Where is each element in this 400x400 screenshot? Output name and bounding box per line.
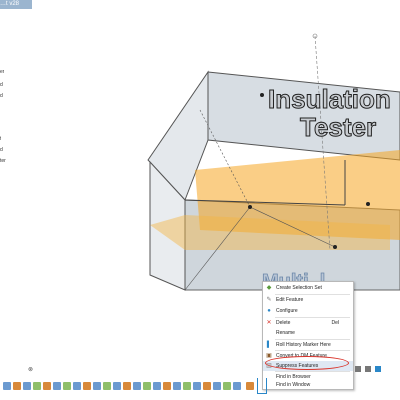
convert-dm-icon: ▣: [266, 353, 272, 359]
history-marker[interactable]: [257, 378, 267, 394]
menu-item-roll-history-marker[interactable]: ▌ Roll History Marker Here: [263, 340, 353, 350]
context-menu: ◆ Create Selection Set ✎ Edit Feature ● …: [262, 281, 354, 390]
menu-item-delete[interactable]: ✕ Delete Del: [263, 318, 353, 328]
menu-item-rename[interactable]: Rename: [263, 328, 353, 338]
timeline-feature-icon[interactable]: [203, 382, 211, 390]
timeline-feature-icon[interactable]: [23, 382, 31, 390]
timeline-feature-icon[interactable]: [53, 382, 61, 390]
timeline-feature-icon[interactable]: [113, 382, 121, 390]
model-text-line1: Insulation: [268, 84, 391, 114]
timeline: [0, 380, 400, 394]
timeline-feature-icon[interactable]: [83, 382, 91, 390]
timeline-feature-icon[interactable]: [123, 382, 131, 390]
roll-history-icon: ▌: [266, 342, 272, 348]
menu-item-configure[interactable]: ● Configure: [263, 306, 353, 316]
timeline-feature-icon[interactable]: [73, 382, 81, 390]
timeline-feature-icon[interactable]: [193, 382, 201, 390]
timeline-control-icon[interactable]: [375, 366, 381, 372]
suppress-icon: ▥: [266, 363, 272, 369]
timeline-feature-icon[interactable]: [246, 382, 254, 390]
delete-icon: ✕: [266, 320, 272, 326]
timeline-close-icon[interactable]: ⊗: [28, 366, 33, 373]
menu-item-edit-feature[interactable]: ✎ Edit Feature: [263, 295, 353, 305]
timeline-feature-icon[interactable]: [43, 382, 51, 390]
selection-set-icon: ◆: [266, 285, 272, 291]
model-text-line2: Tester: [300, 112, 376, 142]
menu-item-suppress-features[interactable]: ▥ Suppress Features: [263, 361, 353, 371]
timeline-control-icon[interactable]: [355, 366, 361, 372]
timeline-header: ⊗: [0, 366, 40, 374]
configure-icon: ●: [267, 308, 271, 314]
timeline-feature-icon[interactable]: [33, 382, 41, 390]
timeline-feature-icon[interactable]: [163, 382, 171, 390]
timeline-feature-icon[interactable]: [143, 382, 151, 390]
timeline-feature-icon[interactable]: [233, 382, 241, 390]
timeline-feature-icon[interactable]: [133, 382, 141, 390]
timeline-control-icon[interactable]: [365, 366, 371, 372]
menu-item-convert-to-dm[interactable]: ▣ Convert to DM Feature: [263, 351, 353, 361]
timeline-controls: [355, 364, 400, 374]
timeline-feature-icon[interactable]: [173, 382, 181, 390]
edit-feature-icon: ✎: [266, 297, 272, 303]
timeline-feature-icon[interactable]: [93, 382, 101, 390]
timeline-feature-icon[interactable]: [103, 382, 111, 390]
timeline-feature-icon[interactable]: [3, 382, 11, 390]
timeline-feature-icon[interactable]: [63, 382, 71, 390]
timeline-feature-icon[interactable]: [183, 382, 191, 390]
timeline-feature-icon[interactable]: [223, 382, 231, 390]
timeline-feature-icon[interactable]: [13, 382, 21, 390]
timeline-feature-icon[interactable]: [213, 382, 221, 390]
timeline-feature-icon[interactable]: [153, 382, 161, 390]
menu-item-create-selection-set[interactable]: ◆ Create Selection Set: [263, 283, 353, 293]
